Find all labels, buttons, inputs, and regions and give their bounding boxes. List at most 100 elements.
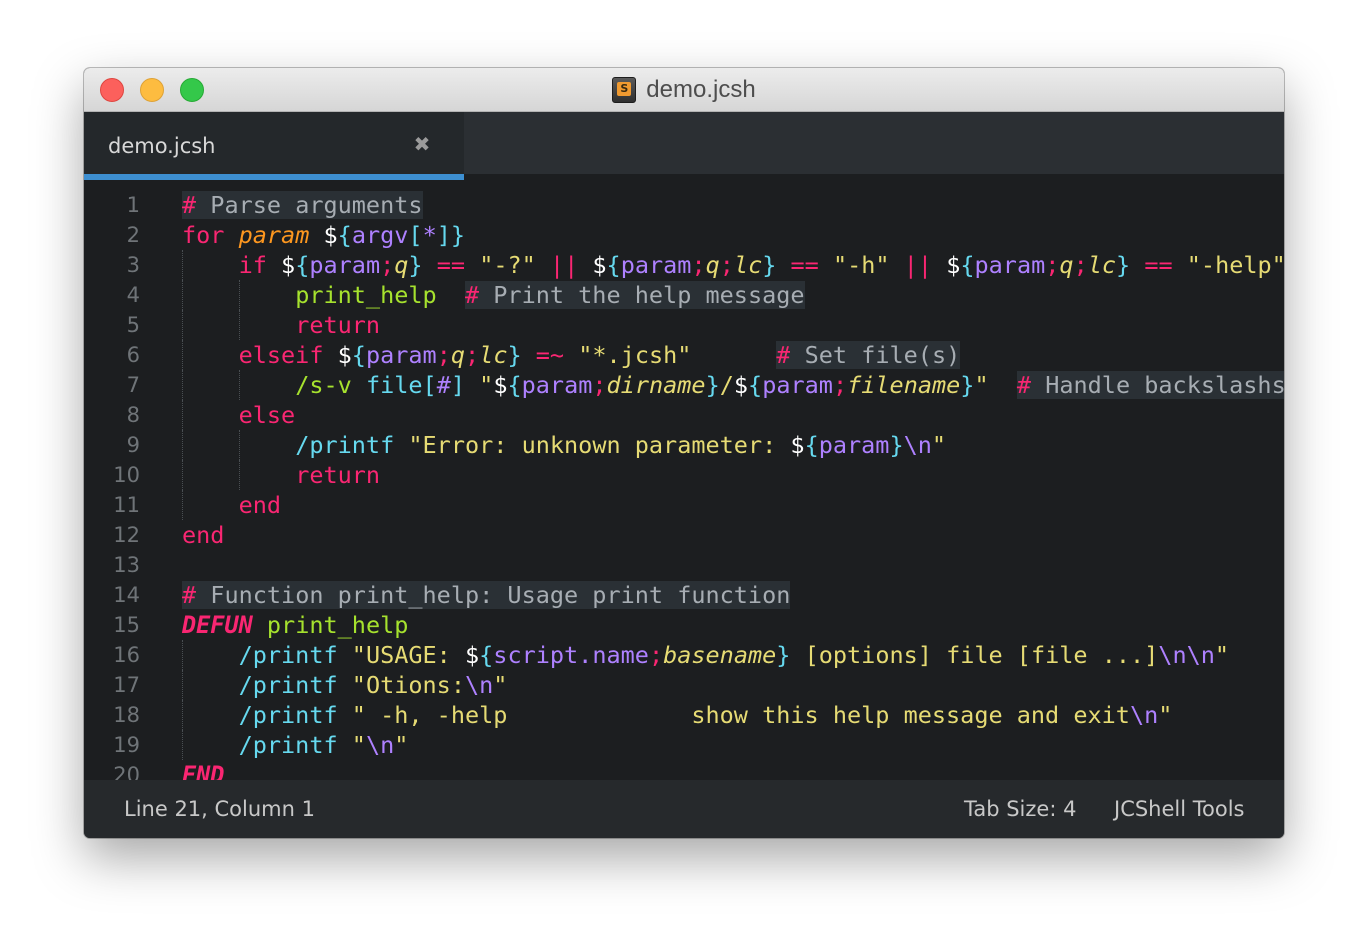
code-token: filename: [847, 371, 961, 399]
code-line[interactable]: /printf "Otions:\n": [182, 670, 508, 700]
tab-demo-jcsh[interactable]: demo.jcsh ✖: [84, 112, 464, 180]
code-token: }: [762, 251, 777, 279]
code-line[interactable]: # Parse arguments: [182, 190, 423, 220]
code-token: [options] file [file ...]: [790, 641, 1159, 669]
code-line[interactable]: # Function print_help: Usage print funct…: [182, 580, 791, 610]
code-token: $: [946, 251, 961, 279]
code-line[interactable]: /printf "Error: unknown parameter: ${par…: [182, 430, 946, 460]
indent-guide: [238, 460, 240, 490]
code-line[interactable]: print_help # Print the help message: [182, 280, 805, 310]
close-icon[interactable]: ✖: [412, 134, 432, 154]
code-token: \n: [365, 731, 395, 759]
line-number: 13: [113, 553, 140, 577]
code-line[interactable]: end: [182, 520, 224, 550]
code-token: $: [281, 251, 296, 279]
line-number: 5: [126, 313, 140, 337]
code-line[interactable]: for param ${argv[*]}: [182, 220, 465, 250]
code-area[interactable]: # Parse arguments for param ${argv[*]} if…: [182, 180, 1284, 789]
code-line[interactable]: /printf " -h, -help show this help messa…: [182, 700, 1173, 730]
code-line[interactable]: /s-v file[#] "${param;dirname}/${param;f…: [182, 370, 1284, 400]
code-line[interactable]: else: [182, 400, 296, 430]
code-token: }: [705, 371, 720, 399]
code-token: ;: [691, 251, 706, 279]
code-token: }: [408, 251, 423, 279]
code-token: ||: [549, 251, 579, 279]
code-token: {: [507, 371, 522, 399]
code-token: ": [479, 371, 494, 399]
code-token: {: [351, 341, 366, 369]
code-editor[interactable]: 1 2 3 4 5 6 7 8 9 10 11 12 13 14 15 16 17 18 19 20 # Parse …: [84, 180, 1284, 789]
code-token: file: [365, 371, 423, 399]
code-token: #: [776, 341, 791, 369]
code-line[interactable]: DEFUN print_help: [182, 610, 408, 640]
code-token: /: [719, 371, 734, 399]
code-token: {: [337, 221, 352, 249]
code-token: param: [762, 371, 833, 399]
code-line[interactable]: return: [182, 310, 380, 340]
line-number: 11: [113, 493, 140, 517]
code-token: "-help": [1186, 251, 1284, 279]
code-token: ;: [648, 641, 664, 669]
code-token: $: [733, 371, 749, 399]
code-line[interactable]: if ${param;q} == "-?" || ${param;q;lc} =…: [182, 250, 1284, 280]
line-number: 12: [113, 523, 140, 547]
code-line[interactable]: /printf "USAGE: ${script.name;basename} …: [182, 640, 1229, 670]
code-token: "-?": [479, 251, 536, 279]
code-line[interactable]: elseif ${param;q;lc} =~ "*.jcsh" # Set f…: [182, 340, 961, 370]
code-token: }: [776, 641, 791, 669]
code-line[interactable]: return: [182, 460, 380, 490]
window-title-group: S demo.jcsh: [84, 68, 1284, 112]
tab-size-selector[interactable]: Tab Size: 4: [964, 780, 1076, 838]
indent-guide: [182, 640, 183, 670]
code-token: dirname: [606, 371, 706, 399]
code-token: Handle backslashs: [1031, 371, 1284, 399]
code-token: {: [479, 641, 494, 669]
tab-bar-empty-area[interactable]: [464, 112, 1284, 174]
code-token: param: [309, 251, 381, 279]
code-line[interactable]: end: [182, 490, 281, 520]
code-token: param: [238, 221, 310, 249]
code-token: ;: [380, 251, 395, 279]
syntax-selector[interactable]: JCShell Tools: [1114, 780, 1245, 838]
code-token: q: [450, 341, 466, 369]
code-token: param: [365, 341, 437, 369]
title-bar[interactable]: S demo.jcsh: [84, 68, 1284, 112]
code-token: ": [931, 431, 947, 459]
code-token: param: [818, 431, 890, 459]
editor-window: S demo.jcsh demo.jcsh ✖ 1 2 3 4 5 6 7 8 9 10 11 12 1…: [84, 68, 1284, 838]
code-token: return: [295, 461, 381, 489]
code-token: $: [464, 641, 480, 669]
code-token: Set file(s): [790, 341, 961, 369]
line-number: 19: [113, 733, 140, 757]
code-token: /printf: [295, 431, 395, 459]
code-token: "Otions:: [351, 671, 465, 699]
code-token: /s-v: [295, 371, 352, 399]
code-token: lc: [733, 251, 763, 279]
indent-guide: [182, 250, 183, 280]
code-token: $: [493, 371, 508, 399]
code-token: ==: [436, 251, 466, 279]
code-token: \n: [1129, 701, 1159, 729]
code-token: }: [889, 431, 904, 459]
code-token: #: [182, 581, 197, 609]
code-token: Parse arguments: [196, 191, 423, 219]
code-token: lc: [1087, 251, 1117, 279]
window-title: demo.jcsh: [646, 76, 756, 103]
line-number: 10: [113, 463, 140, 487]
indent-guide: [182, 400, 183, 430]
code-token: q: [394, 251, 409, 279]
code-line[interactable]: /printf "\n": [182, 730, 409, 760]
